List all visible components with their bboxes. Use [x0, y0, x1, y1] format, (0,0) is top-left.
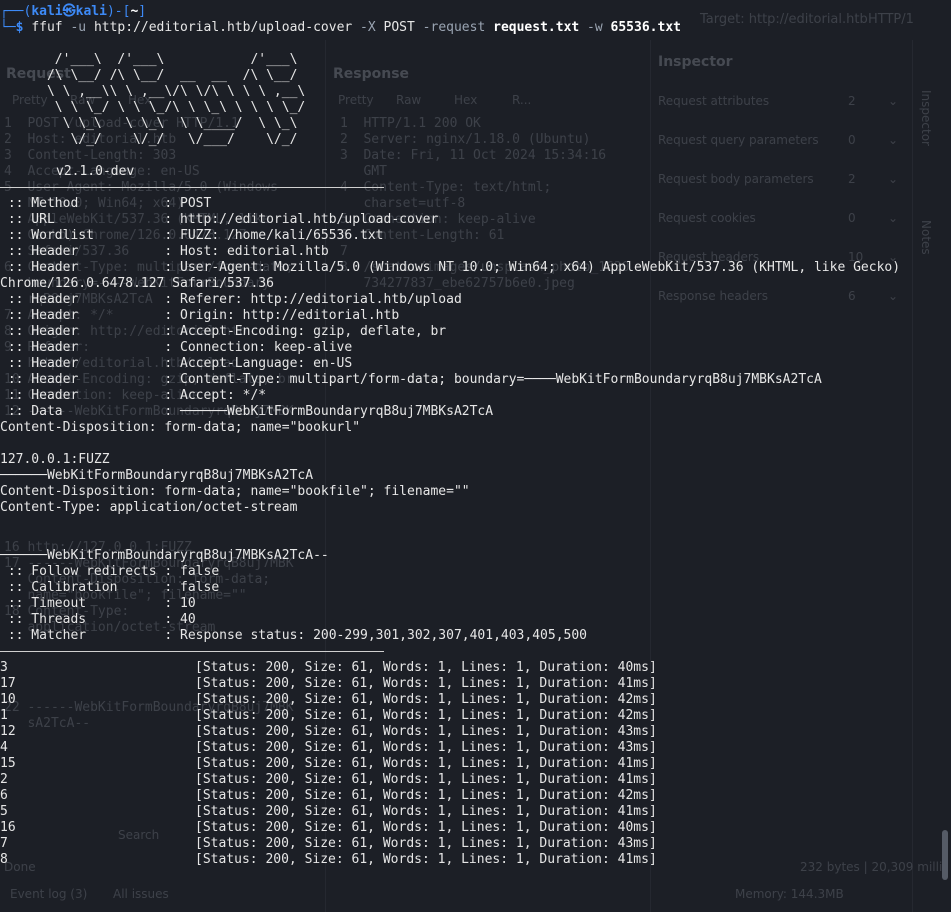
fuzz-results: 3 [Status: 200, Size: 61, Words: 1, Lines…	[0, 660, 951, 868]
result-row: 8 [Status: 200, Size: 61, Words: 1, Lines…	[0, 852, 951, 868]
logo-line: /'___\ /'___\ /'___\	[0, 52, 298, 67]
result-row: 17 [Status: 200, Size: 61, Words: 1, Line…	[0, 676, 951, 692]
config-line: :: Wordlist : FUZZ: /home/kali/65536.txt	[0, 228, 384, 243]
result-word: 4	[0, 740, 8, 755]
config-line	[0, 516, 951, 532]
command-arg: 65536.txt	[610, 20, 681, 35]
result-row: 15 [Status: 200, Size: 61, Words: 1, Line…	[0, 756, 951, 772]
config-line: :: Data : ──────WebKitFormBoundaryrqB8uj…	[0, 404, 494, 419]
logo-line: \ \ ,__\\ \ ,__\/\ \/\ \ \ \ ,__\	[0, 84, 306, 99]
result-word: 2	[0, 772, 8, 787]
config-line: Content-Disposition: form-data; name="bo…	[0, 420, 361, 435]
result-word: 5	[0, 804, 8, 819]
result-info: [Status: 200, Size: 61, Words: 1, Lines:…	[195, 852, 657, 867]
prompt-host: kali	[75, 4, 107, 19]
result-word: 16	[0, 820, 16, 835]
config-line: Chrome/126.0.6478.127 Safari/537.36	[0, 276, 274, 291]
command-arg: -u	[70, 20, 87, 35]
event-log-tab[interactable]: Event log (3)	[10, 887, 87, 901]
ffuf-ascii-logo: /'___\ /'___\ /'___\ /\ \__/ /\ \__/ __ …	[0, 52, 951, 148]
config-line: :: Header : Accept-Language: en-US	[0, 356, 353, 371]
terminal-scrollbar[interactable]	[942, 830, 948, 880]
command-arg: -w	[587, 20, 603, 35]
result-row: 3 [Status: 200, Size: 61, Words: 1, Lines…	[0, 660, 951, 676]
config-line: :: Header : Connection: keep-alive	[0, 340, 353, 355]
command-arg: http://editorial.htb/upload-cover	[93, 20, 353, 35]
command-arg: -X	[360, 20, 376, 35]
prompt-user: kali	[31, 4, 63, 19]
result-word: 1	[0, 708, 8, 723]
config-line: :: Header : Accept-Encoding: gzip, defla…	[0, 324, 447, 339]
config-line: ──────WebKitFormBoundaryrqB8uj7MBKsA2TcA	[0, 468, 314, 483]
config-line: 127.0.0.1:FUZZ	[0, 452, 110, 467]
result-info: [Status: 200, Size: 61, Words: 1, Lines:…	[195, 708, 657, 723]
all-issues-tab[interactable]: All issues	[113, 887, 169, 901]
config-line: Content-Type: application/octet-stream	[0, 500, 298, 515]
config-line: :: Timeout : 10	[0, 596, 196, 611]
config-line: Content-Disposition: form-data; name="bo…	[0, 484, 470, 499]
result-row: 7 [Status: 200, Size: 61, Words: 1, Lines…	[0, 836, 951, 852]
command-arg: request.txt	[493, 20, 580, 35]
result-info: [Status: 200, Size: 61, Words: 1, Lines:…	[195, 804, 657, 819]
prompt-line: ┌──(kali㉿kali)-[~]	[0, 4, 147, 19]
result-info: [Status: 200, Size: 61, Words: 1, Lines:…	[195, 836, 657, 851]
separator-bottom	[0, 651, 384, 652]
result-row: 4 [Status: 200, Size: 61, Words: 1, Lines…	[0, 740, 951, 756]
result-row: 16 [Status: 200, Size: 61, Words: 1, Line…	[0, 820, 951, 836]
config-line: :: Matcher : Response status: 200-299,30…	[0, 628, 587, 643]
result-row: 10 [Status: 200, Size: 61, Words: 1, Line…	[0, 692, 951, 708]
config-line: :: URL : http://editorial.htb/upload-cov…	[0, 212, 439, 227]
config-line: :: Header : Host: editorial.htb	[0, 244, 329, 259]
result-info: [Status: 200, Size: 61, Words: 1, Lines:…	[195, 772, 657, 787]
result-word: 12	[0, 724, 16, 739]
result-info: [Status: 200, Size: 61, Words: 1, Lines:…	[195, 756, 657, 771]
config-line: :: Header : Accept: */*	[0, 388, 267, 403]
logo-line: \/_/ \/_/ \/___/ \/_/	[0, 132, 298, 147]
command-line[interactable]: └─$ ffuf -u http://editorial.htb/upload-…	[0, 20, 951, 36]
config-line: :: Calibration : false	[0, 580, 220, 595]
result-word: 8	[0, 852, 8, 867]
result-info: [Status: 200, Size: 61, Words: 1, Lines:…	[195, 788, 657, 803]
terminal-window[interactable]: ┌──(kali㉿kali)-[~] └─$ ffuf -u http://ed…	[0, 4, 951, 868]
config-line: :: Header : User-Agent: Mozilla/5.0 (Win…	[0, 260, 901, 275]
memory-indicator: Memory: 144.3MB	[735, 887, 844, 901]
config-line: :: Header : Origin: http://editorial.htb	[0, 308, 400, 323]
result-word: 10	[0, 692, 16, 707]
result-row: 12 [Status: 200, Size: 61, Words: 1, Line…	[0, 724, 951, 740]
result-word: 7	[0, 836, 8, 851]
result-row: 5 [Status: 200, Size: 61, Words: 1, Lines…	[0, 804, 951, 820]
logo-line: \ \ \_/ \ \ \_/\ \ \_\ \ \ \ \_/	[0, 100, 306, 115]
config-line: :: Threads : 40	[0, 612, 196, 627]
config-line	[0, 532, 951, 548]
result-word: 15	[0, 756, 16, 771]
logo-line: /\ \__/ /\ \__/ __ __ /\ \__/	[0, 68, 298, 83]
result-row: 2 [Status: 200, Size: 61, Words: 1, Lines…	[0, 772, 951, 788]
config-line: ──────WebKitFormBoundaryrqB8uj7MBKsA2TcA…	[0, 548, 329, 563]
config-line: :: Method : POST	[0, 196, 212, 211]
result-row: 6 [Status: 200, Size: 61, Words: 1, Lines…	[0, 788, 951, 804]
command-tool: ffuf	[31, 20, 63, 35]
command-arg: -request	[422, 20, 486, 35]
result-info: [Status: 200, Size: 61, Words: 1, Lines:…	[195, 660, 657, 675]
result-info: [Status: 200, Size: 61, Words: 1, Lines:…	[195, 740, 657, 755]
ffuf-version: v2.1.0-dev	[56, 164, 135, 179]
result-info: [Status: 200, Size: 61, Words: 1, Lines:…	[195, 692, 657, 707]
result-word: 6	[0, 788, 8, 803]
ffuf-config: :: Method : POST :: URL : http://editori…	[0, 196, 951, 644]
result-info: [Status: 200, Size: 61, Words: 1, Lines:…	[195, 676, 657, 691]
result-row: 1 [Status: 200, Size: 61, Words: 1, Lines…	[0, 708, 951, 724]
config-line: :: Follow redirects : false	[0, 564, 220, 579]
result-info: [Status: 200, Size: 61, Words: 1, Lines:…	[195, 820, 657, 835]
config-line: :: Header : Content-Type: multipart/form…	[0, 372, 822, 387]
config-line	[0, 436, 951, 452]
result-info: [Status: 200, Size: 61, Words: 1, Lines:…	[195, 724, 657, 739]
command-arg: POST	[383, 20, 415, 35]
command-args: -u http://editorial.htb/upload-cover -X …	[63, 20, 681, 35]
config-line: :: Header : Referer: http://editorial.ht…	[0, 292, 462, 307]
separator-top	[0, 187, 384, 188]
result-word: 3	[0, 660, 8, 675]
logo-line: \ \_\ \ \_\ \ \____/ \ \_\	[0, 116, 298, 131]
result-word: 17	[0, 676, 16, 691]
